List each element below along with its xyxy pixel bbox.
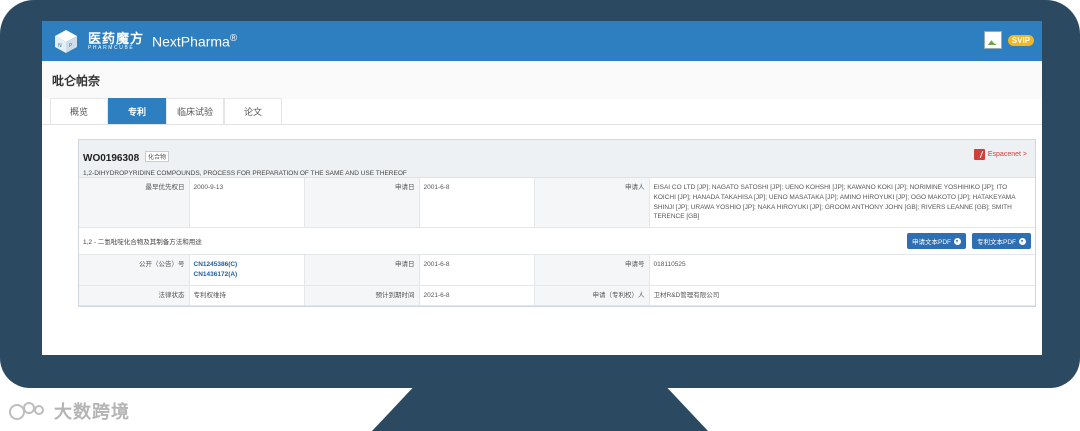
patent-type-tag: 化合物 [145,151,170,162]
espacenet-link[interactable]: Espacenet > [973,149,1027,160]
page-title: 吡仑帕奈 [42,61,1042,99]
patent-card: WO0196308 化合物 1,2-DIHYDROPYRIDINE COMPOUN… [78,139,1036,308]
application-number-value: 018110525 [649,255,1035,286]
table-row: 法律状态 专利权维持 预计到期时间 2021-6-8 申请（专利权）人 卫材R&… [79,285,1035,307]
tab-overview[interactable]: 概览 [50,98,108,124]
expiry-date-value: 2021-6-8 [419,285,535,307]
patent-holder-label: 申请（专利权）人 [534,285,650,307]
filing-date-value: 2001-6-8 [419,178,535,228]
table-row: 公开（公告）号 CN1245386(C) CN1436172(A) 申请日 20… [79,255,1035,286]
brand-en: NextPharma® [152,33,237,50]
publication-number-value: CN1245386(C) CN1436172(A) [189,255,305,286]
espacenet-label: Espacenet > [987,151,1027,158]
espacenet-icon [973,149,985,160]
tab-bar: 概览 专利 临床试验 论文 [42,98,1042,125]
priority-date-value: 2000-9-13 [189,178,305,228]
topbar-right: SVIP [983,31,1034,49]
publication-number-label: 公开（公告）号 [79,255,190,286]
legal-status-value: 专利权维持 [189,285,305,307]
content-area: WO0196308 化合物 1,2-DIHYDROPYRIDINE COMPOUN… [42,125,1042,308]
watermark: 大数跨境 [8,398,130,424]
brand-en-text: NextPharma [152,33,230,50]
browser-screen: N P 医药魔方 PHARMCUBE NextPharma® SVIP 吡仑帕奈… [42,21,1042,355]
brand-reg: ® [229,32,238,44]
applicant-label: 申请人 [534,178,650,228]
monitor-stand-shape [372,380,708,431]
filing-date-label: 申请日 [304,255,420,286]
pdf-buttons: 申请文本PDF 专利文本PDF [907,233,1031,249]
patent-info-table-1: 最早优先权日 2000-9-13 申请日 2001-6-8 申请人 EISAI … [79,178,1035,228]
top-navbar: N P 医药魔方 PHARMCUBE NextPharma® SVIP [42,21,1042,61]
tab-patent[interactable]: 专利 [108,98,166,124]
svg-text:N: N [58,43,62,49]
application-number-label: 申请号 [534,255,650,286]
svg-text:P: P [69,43,72,49]
svip-badge[interactable]: SVIP [1007,34,1034,46]
priority-date-label: 最早优先权日 [79,178,190,228]
watermark-logo-icon [9,402,44,420]
patent-pdf-label: 专利文本PDF [977,239,1016,246]
brand-cn: 医药魔方 [88,30,145,46]
patent-pdf-button[interactable]: 专利文本PDF [972,233,1031,249]
patent-header: WO0196308 化合物 1,2-DIHYDROPYRIDINE COMPOUN… [79,140,1035,178]
watermark-text: 大数跨境 [54,402,130,422]
publication-number-1[interactable]: CN1245386(C) [194,260,300,270]
tab-clinical-trials[interactable]: 临床试验 [166,98,224,124]
patent-title: 1,2-DIHYDROPYRIDINE COMPOUNDS, PROCESS F… [83,170,407,177]
tab-papers[interactable]: 论文 [224,98,282,124]
filing-date-value: 2001-6-8 [419,255,535,286]
table-row: 最早优先权日 2000-9-13 申请日 2001-6-8 申请人 EISAI … [79,178,1035,228]
cn-patent-title: 1,2 - 二氢吡啶化合物及其制备方法和用途 [83,239,202,246]
application-pdf-button[interactable]: 申请文本PDF [907,233,966,249]
applicant-value: EISAI CO LTD [JP]; NAGATO SATOSHI [JP]; … [649,178,1035,228]
download-icon [954,237,961,245]
publication-number-2[interactable]: CN1436172(A) [194,270,300,280]
download-icon [1019,237,1026,245]
legal-status-label: 法律状态 [79,285,190,307]
brand-logo[interactable]: 医药魔方 PHARMCUBE [88,32,144,51]
filing-date-label: 申请日 [304,178,420,228]
cn-patent-row: 1,2 - 二氢吡啶化合物及其制备方法和用途 申请文本PDF 专利文本PDF [79,228,1035,255]
avatar[interactable] [983,31,1002,49]
patent-number[interactable]: WO0196308 [83,153,139,164]
patent-info-table-2: 公开（公告）号 CN1245386(C) CN1436172(A) 申请日 20… [79,255,1035,307]
cube-logo-icon[interactable]: N P [52,27,80,55]
stage: N P 医药魔方 PHARMCUBE NextPharma® SVIP 吡仑帕奈… [0,0,1080,431]
patent-holder-value: 卫材R&D管理有限公司 [649,285,1035,307]
application-pdf-label: 申请文本PDF [912,239,951,246]
expiry-date-label: 预计到期时间 [304,285,420,307]
brand-sub: PHARMCUBE [88,44,135,51]
